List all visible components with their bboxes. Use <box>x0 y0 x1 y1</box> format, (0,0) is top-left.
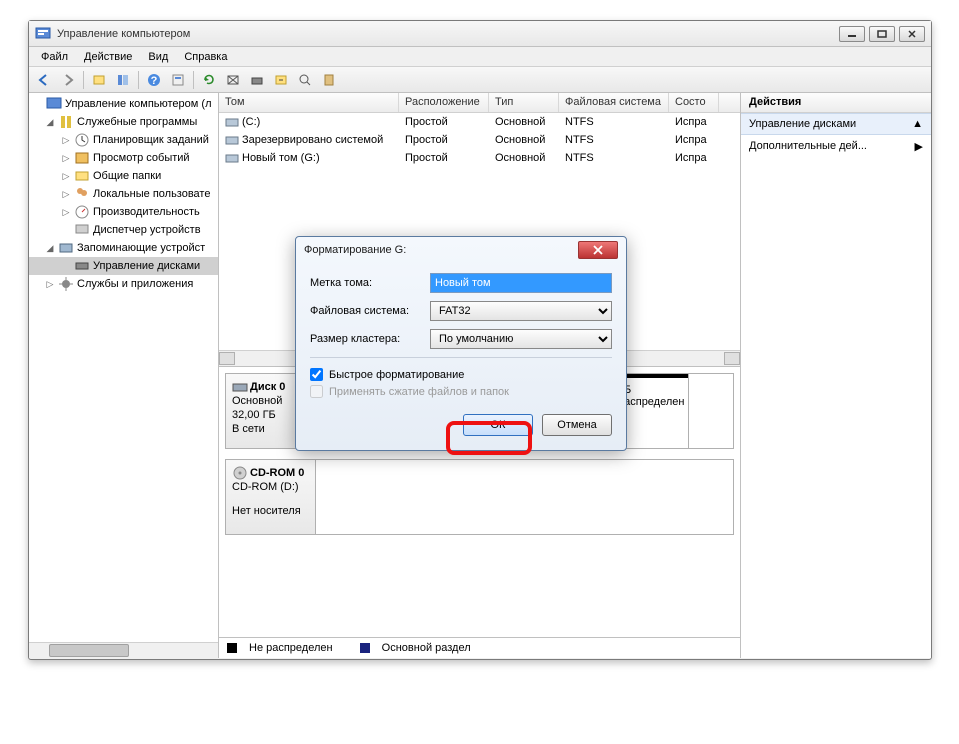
up-button[interactable] <box>88 69 110 91</box>
show-hide-button[interactable] <box>112 69 134 91</box>
tree-events[interactable]: ▷Просмотр событий <box>29 149 218 167</box>
menubar: Файл Действие Вид Справка <box>29 47 931 67</box>
label-volume: Метка тома: <box>310 277 430 289</box>
list-header: Том Расположение Тип Файловая система Со… <box>219 93 740 113</box>
toolbar: ? <box>29 67 931 93</box>
cluster-size-select[interactable]: По умолчанию <box>430 329 612 349</box>
compress-checkbox-row: Применять сжатие файлов и папок <box>310 385 612 398</box>
dialog-close-button[interactable] <box>578 241 618 259</box>
compress-checkbox <box>310 385 323 398</box>
table-row[interactable]: Новый том (G:)ПростойОсновнойNTFSИспра <box>219 149 740 167</box>
tree-devmgr[interactable]: Диспетчер устройств <box>29 221 218 239</box>
actions-diskmgmt[interactable]: Управление дисками ▲ <box>741 113 931 135</box>
refresh-button[interactable] <box>198 69 220 91</box>
legend: Не распределен Основной раздел <box>219 637 740 658</box>
toolbar-icon-1[interactable] <box>222 69 244 91</box>
tree-services[interactable]: ▷Службы и приложения <box>29 275 218 293</box>
minimize-button[interactable] <box>839 26 865 42</box>
toolbar-icon-5[interactable] <box>318 69 340 91</box>
tree-shared[interactable]: ▷Общие папки <box>29 167 218 185</box>
tree-root[interactable]: Управление компьютером (л <box>29 95 218 113</box>
properties-button[interactable] <box>167 69 189 91</box>
dialog-titlebar: Форматирование G: <box>296 237 626 263</box>
col-status[interactable]: Состо <box>669 93 719 112</box>
tree-diskmgmt[interactable]: Управление дисками <box>29 257 218 275</box>
maximize-button[interactable] <box>869 26 895 42</box>
cdrom-row[interactable]: CD-ROM 0 CD-ROM (D:) Нет носителя <box>225 459 734 535</box>
menu-file[interactable]: Файл <box>33 49 76 65</box>
help-button[interactable]: ? <box>143 69 165 91</box>
titlebar: Управление компьютером <box>29 21 931 47</box>
menu-action[interactable]: Действие <box>76 49 140 65</box>
cancel-button[interactable]: Отмена <box>542 414 612 436</box>
actions-header: Действия <box>741 93 931 113</box>
quick-format-checkbox-row[interactable]: Быстрое форматирование <box>310 368 612 381</box>
label-fs: Файловая система: <box>310 305 430 317</box>
nav-tree: Управление компьютером (л ◢Служебные про… <box>29 93 219 658</box>
actions-pane: Действия Управление дисками ▲ Дополнител… <box>741 93 931 658</box>
tree-perf[interactable]: ▷Производительность <box>29 203 218 221</box>
col-type[interactable]: Тип <box>489 93 559 112</box>
toolbar-icon-3[interactable] <box>270 69 292 91</box>
svg-text:?: ? <box>151 75 158 87</box>
chevron-right-icon: ▶ <box>915 140 923 153</box>
label-cluster: Размер кластера: <box>310 333 430 345</box>
table-row[interactable]: (C:)ПростойОсновнойNTFSИспра <box>219 113 740 131</box>
window-title: Управление компьютером <box>57 28 839 40</box>
ok-button[interactable]: ОК <box>463 414 533 436</box>
tree-users[interactable]: ▷Локальные пользовате <box>29 185 218 203</box>
actions-more[interactable]: Дополнительные дей... ▶ <box>741 135 931 157</box>
tree-scrollbar[interactable] <box>29 642 218 658</box>
col-volume[interactable]: Том <box>219 93 399 112</box>
volume-label-input[interactable] <box>430 273 612 293</box>
col-layout[interactable]: Расположение <box>399 93 489 112</box>
col-fs[interactable]: Файловая система <box>559 93 669 112</box>
back-button[interactable] <box>33 69 55 91</box>
quick-format-checkbox[interactable] <box>310 368 323 381</box>
forward-button[interactable] <box>57 69 79 91</box>
toolbar-icon-2[interactable] <box>246 69 268 91</box>
menu-help[interactable]: Справка <box>176 49 235 65</box>
app-icon <box>35 26 51 42</box>
collapse-icon: ▲ <box>912 118 923 130</box>
table-row[interactable]: Зарезервировано системойПростойОсновнойN… <box>219 131 740 149</box>
tree-scheduler[interactable]: ▷Планировщик заданий <box>29 131 218 149</box>
format-dialog: Форматирование G: Метка тома: Файловая с… <box>295 236 627 451</box>
filesystem-select[interactable]: FAT32 <box>430 301 612 321</box>
dialog-title: Форматирование G: <box>304 244 578 256</box>
cdrom-header: CD-ROM 0 CD-ROM (D:) Нет носителя <box>226 460 316 534</box>
menu-view[interactable]: Вид <box>140 49 176 65</box>
toolbar-icon-4[interactable] <box>294 69 316 91</box>
tree-storage[interactable]: ◢Запоминающие устройст <box>29 239 218 257</box>
tree-system-tools[interactable]: ◢Служебные программы <box>29 113 218 131</box>
close-button[interactable] <box>899 26 925 42</box>
